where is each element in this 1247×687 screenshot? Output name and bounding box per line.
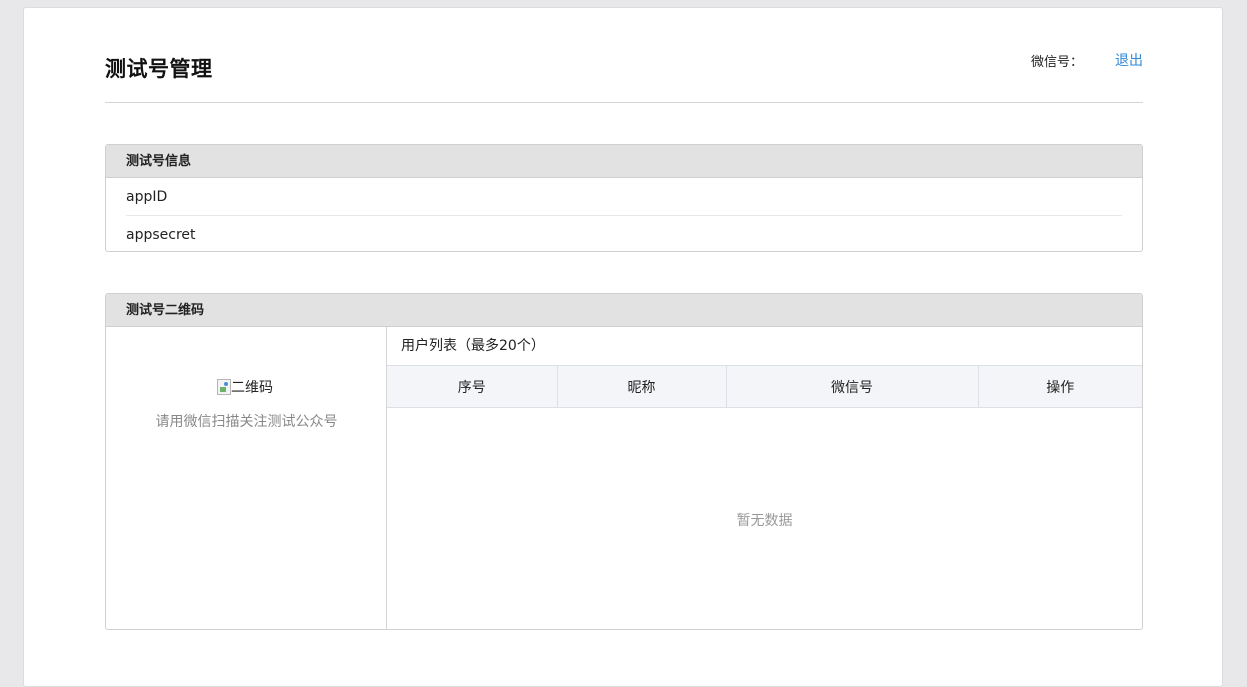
column-header-nickname[interactable]: 昵称 — [556, 365, 726, 408]
qr-code-image: 二维码 — [217, 377, 273, 397]
qr-code-panel: 测试号二维码 二维码 请用微信扫描关注测试公众号 用户列表（最多20个） 序号 … — [105, 293, 1143, 630]
empty-state-text: 暂无数据 — [736, 513, 793, 529]
main-card: 测试号管理 微信号： 退出 测试号信息 appID appsecret 测试号二… — [23, 7, 1223, 687]
qr-caption: 请用微信扫描关注测试公众号 — [155, 414, 338, 430]
user-list-column: 用户列表（最多20个） 序号 昵称 微信号 操作 暂无数据 — [387, 327, 1142, 629]
column-header-index[interactable]: 序号 — [387, 365, 557, 408]
column-header-wechat-id[interactable]: 微信号 — [725, 365, 978, 408]
appsecret-row: appsecret — [126, 215, 1122, 252]
page-title: 测试号管理 — [105, 57, 213, 81]
logout-link[interactable]: 退出 — [1115, 50, 1143, 70]
appid-row: appID — [126, 189, 168, 205]
table-header-row: 序号 昵称 微信号 操作 — [387, 365, 1142, 408]
qr-column: 二维码 请用微信扫描关注测试公众号 — [106, 327, 387, 629]
user-table: 序号 昵称 微信号 操作 — [387, 365, 1142, 408]
qr-panel-title: 测试号二维码 — [106, 294, 1142, 327]
column-header-actions[interactable]: 操作 — [977, 365, 1142, 408]
test-account-info-panel: 测试号信息 appID appsecret — [105, 144, 1143, 252]
wechat-id-label: 微信号： — [1030, 55, 1083, 70]
page-header: 测试号管理 微信号： 退出 — [105, 8, 1143, 103]
user-list-title: 用户列表（最多20个） — [401, 338, 545, 354]
qr-code-alt-text: 二维码 — [231, 380, 273, 396]
broken-image-icon — [217, 379, 231, 395]
info-panel-title: 测试号信息 — [106, 145, 1142, 178]
